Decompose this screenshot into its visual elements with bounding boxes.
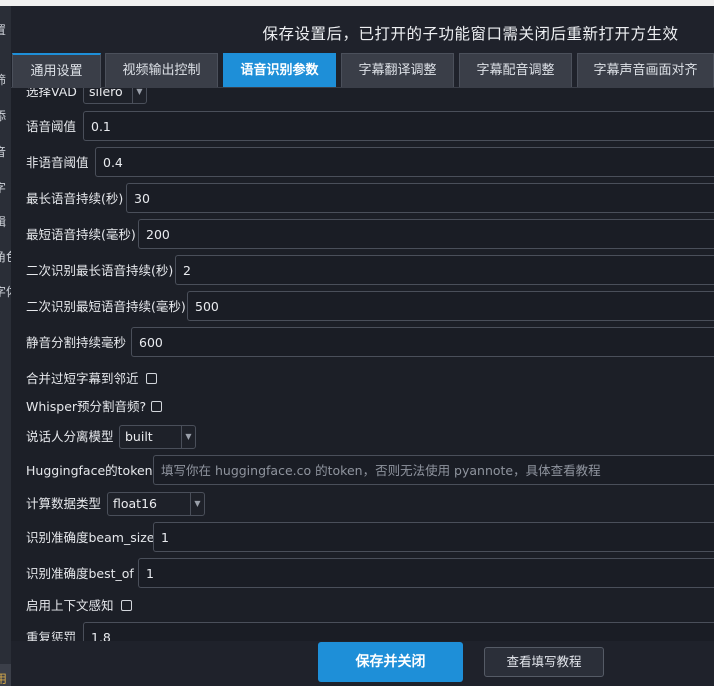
best-of-input[interactable]: 1 xyxy=(138,558,714,588)
non-speech-threshold-row: 非语音阈值 0.4 xyxy=(11,147,714,179)
whisper-presplit-row: Whisper预分割音频? xyxy=(11,391,714,423)
min-speech-duration-row: 最短语音持续(毫秒) 200 xyxy=(11,219,714,251)
speech-params-scroll-area[interactable]: 选择VAD silero ▼ 语音阈值 0.1 非语音阈值 0.4 最长语音持续(… xyxy=(11,87,714,642)
second-max-speech-input[interactable]: 2 xyxy=(175,255,714,285)
silence-split-label: 静音分割持续毫秒 xyxy=(26,335,127,350)
sidebar-fragment[interactable]: 字 xyxy=(0,179,11,196)
beam-size-row: 识别准确度beam_size 1 xyxy=(11,522,714,554)
beam-size-input[interactable]: 1 xyxy=(153,522,714,552)
sidebar-fragment[interactable]: 添 xyxy=(0,107,11,124)
non-speech-threshold-label: 非语音阈值 xyxy=(26,155,89,170)
max-speech-duration-row: 最长语音持续(秒) 30 xyxy=(11,183,714,215)
diarization-model-select[interactable]: built ▼ xyxy=(119,425,196,449)
silence-split-row: 静音分割持续毫秒 600 xyxy=(11,327,714,359)
hf-token-input[interactable]: 填写你在 huggingface.co 的token，否则无法使用 pyanno… xyxy=(153,455,714,485)
repetition-penalty-label: 重复惩罚 xyxy=(26,630,77,642)
view-tutorial-button[interactable]: 查看填写教程 xyxy=(484,647,604,677)
vad-label: 选择VAD xyxy=(26,87,77,99)
diarization-model-row: 说话人分离模型 built ▼ xyxy=(11,421,714,453)
sidebar-fragment[interactable]: 音 xyxy=(0,143,11,160)
save-and-close-button[interactable]: 保存并关闭 xyxy=(318,642,463,682)
best-of-row: 识别准确度best_of 1 xyxy=(11,558,714,590)
max-speech-duration-input[interactable]: 30 xyxy=(126,183,714,213)
hf-token-row: Huggingface的token 填写你在 huggingface.co 的t… xyxy=(11,455,714,487)
beam-size-label: 识别准确度beam_size xyxy=(26,530,155,545)
compute-type-label: 计算数据类型 xyxy=(26,496,102,511)
diarization-model-label: 说话人分离模型 xyxy=(26,429,114,444)
second-min-speech-row: 二次识别最短语音持续(毫秒) 500 xyxy=(11,291,714,323)
tab-subtitle-audio-video-align[interactable]: 字幕声音画面对齐 xyxy=(577,53,714,87)
tab-speech-recognition[interactable]: 语音识别参数 xyxy=(223,53,336,87)
context-aware-row: 启用上下文感知 xyxy=(11,590,714,622)
whisper-presplit-label: Whisper预分割音频? xyxy=(26,399,147,414)
second-max-speech-label: 二次识别最长语音持续(秒) xyxy=(26,263,174,278)
sidebar-bottom-fragment[interactable]: 用 xyxy=(0,664,11,686)
max-speech-duration-label: 最长语音持续(秒) xyxy=(26,191,124,206)
second-max-speech-row: 二次识别最长语音持续(秒) 2 xyxy=(11,255,714,287)
settings-notice: 保存设置后，已打开的子功能窗口需关闭后重新打开方生效 xyxy=(262,25,679,43)
second-min-speech-label: 二次识别最短语音持续(毫秒) xyxy=(26,299,186,314)
repetition-penalty-input[interactable]: 1.8 xyxy=(83,622,714,642)
compute-type-row: 计算数据类型 float16 ▼ xyxy=(11,488,714,520)
best-of-label: 识别准确度best_of xyxy=(26,566,134,581)
sidebar-fragment[interactable]: 字体 xyxy=(0,283,11,300)
tab-video-output[interactable]: 视频输出控制 xyxy=(105,53,218,87)
min-speech-duration-input[interactable]: 200 xyxy=(138,219,714,249)
settings-tabs: 通用设置 视频输出控制 语音识别参数 字幕翻译调整 字幕配音调整 字幕声音画面对… xyxy=(11,53,714,87)
speech-threshold-row: 语音阈值 0.1 xyxy=(11,111,714,143)
tab-subtitle-translation[interactable]: 字幕翻译调整 xyxy=(341,53,454,87)
sidebar-fragment[interactable]: 筛 xyxy=(0,71,11,88)
advanced-settings-dialog: 保存设置后，已打开的子功能窗口需关闭后重新打开方生效 通用设置 视频输出控制 语… xyxy=(11,6,714,686)
speech-threshold-input[interactable]: 0.1 xyxy=(83,111,714,141)
compute-type-select[interactable]: float16 ▼ xyxy=(107,492,205,516)
tab-general[interactable]: 通用设置 xyxy=(12,53,101,87)
context-aware-checkbox[interactable] xyxy=(121,600,132,611)
chevron-down-icon: ▼ xyxy=(190,493,204,515)
min-speech-duration-label: 最短语音持续(毫秒) xyxy=(26,227,136,242)
whisper-presplit-checkbox[interactable] xyxy=(151,401,162,412)
silence-split-input[interactable]: 600 xyxy=(131,327,714,357)
non-speech-threshold-input[interactable]: 0.4 xyxy=(95,147,714,177)
hf-token-label: Huggingface的token xyxy=(26,463,153,478)
vad-row: 选择VAD silero ▼ xyxy=(11,87,714,108)
sidebar-fragment[interactable]: 置 xyxy=(0,21,11,38)
sidebar-fragment[interactable]: 辑 xyxy=(0,213,11,230)
chevron-down-icon: ▼ xyxy=(181,426,195,448)
chevron-down-icon: ▼ xyxy=(132,88,146,103)
speech-threshold-label: 语音阈值 xyxy=(26,119,77,134)
dialog-footer: 保存并关闭 查看填写教程 xyxy=(11,641,714,686)
tab-subtitle-dubbing[interactable]: 字幕配音调整 xyxy=(459,53,572,87)
context-aware-label: 启用上下文感知 xyxy=(26,598,114,613)
merge-short-checkbox[interactable] xyxy=(146,373,157,384)
repetition-penalty-row: 重复惩罚 1.8 xyxy=(11,622,714,642)
sidebar-fragment[interactable]: 角色 xyxy=(0,248,11,265)
second-min-speech-input[interactable]: 500 xyxy=(187,291,714,321)
vad-select[interactable]: silero ▼ xyxy=(83,88,147,104)
